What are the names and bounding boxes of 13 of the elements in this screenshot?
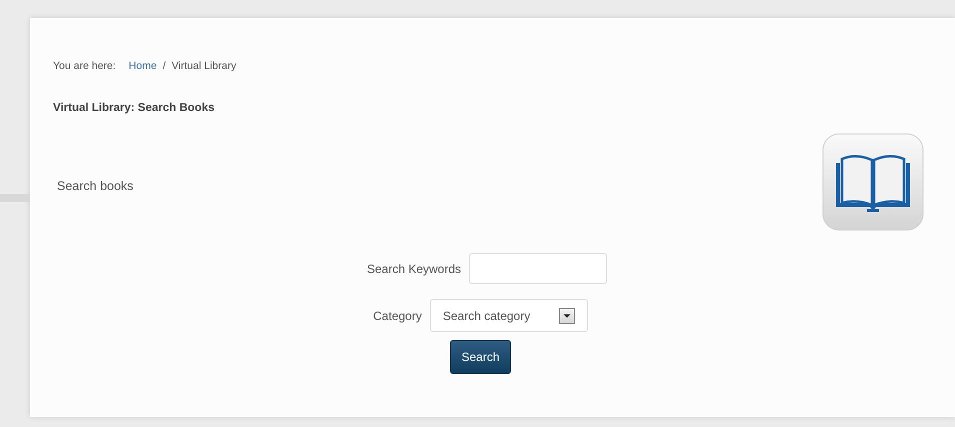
page-title: Virtual Library: Search Books	[53, 100, 216, 116]
breadcrumb-separator: /	[162, 59, 166, 74]
breadcrumb-current: Virtual Library	[172, 59, 236, 74]
category-select[interactable]: Search category	[430, 299, 588, 332]
section-label: Search books	[57, 178, 134, 195]
category-label: Category	[373, 308, 422, 324]
side-bar	[0, 194, 30, 202]
keywords-field[interactable]	[469, 253, 608, 284]
search-button[interactable]: Search	[450, 340, 511, 374]
breadcrumb-link[interactable]: Home	[128, 59, 157, 75]
caret-icon	[558, 308, 575, 324]
breadcrumb-label: You are here:	[53, 59, 116, 74]
keywords-label: Search Keywords	[366, 260, 462, 278]
